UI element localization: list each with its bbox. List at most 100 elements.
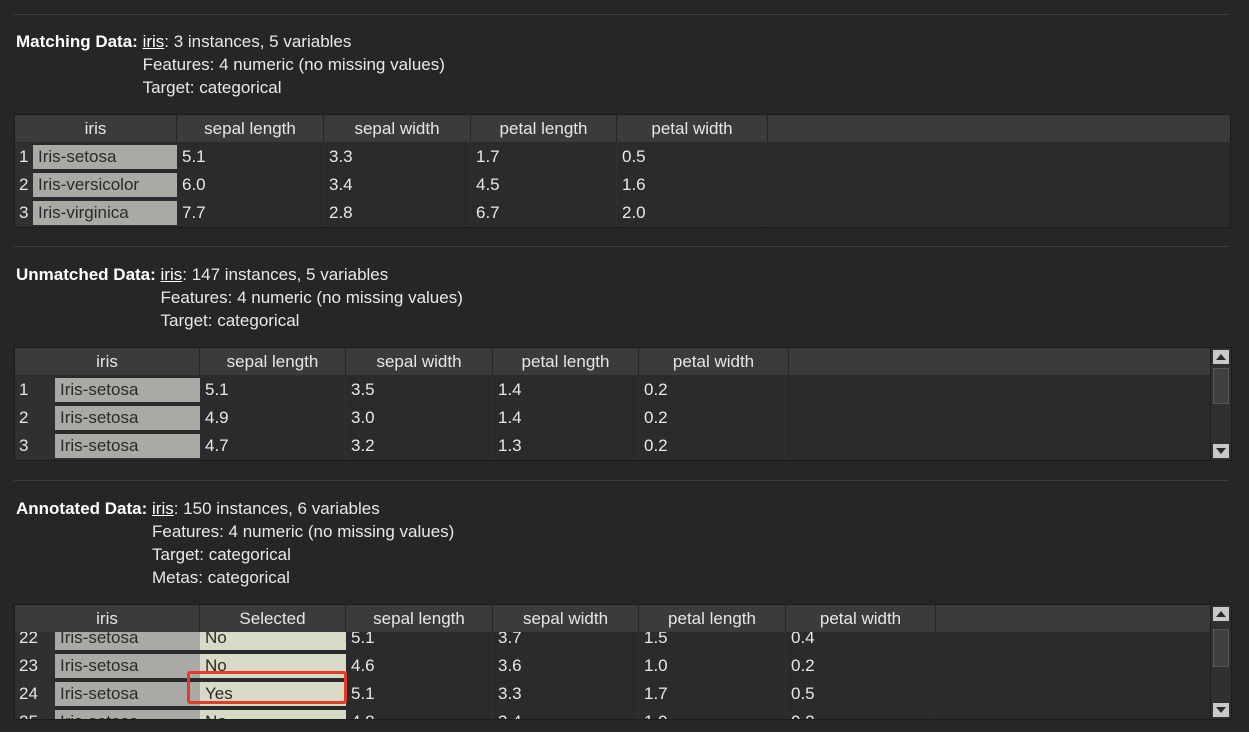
selected-cell[interactable]: No (200, 710, 346, 719)
sepal-width-cell[interactable]: 3.3 (324, 143, 471, 171)
table-row[interactable]: 1 Iris-setosa 5.1 3.5 1.4 0.2 (15, 376, 785, 404)
column-header-sepal-width[interactable]: sepal width (346, 348, 493, 375)
petal-width-cell[interactable]: 1.6 (617, 171, 763, 199)
unmatched-data-name: iris (160, 265, 183, 284)
column-header-petal-width[interactable]: petal width (639, 348, 789, 375)
sepal-length-cell[interactable]: 6.0 (177, 171, 324, 199)
sepal-width-cell[interactable]: 2.8 (324, 199, 471, 227)
sepal-length-cell[interactable]: 5.1 (346, 680, 493, 708)
matching-data-info: Matching Data: iris: 3 instances, 5 vari… (16, 30, 445, 99)
sepal-width-cell[interactable]: 3.5 (346, 376, 493, 404)
column-header-sepal-width[interactable]: sepal width (493, 605, 639, 632)
sepal-width-cell[interactable]: 3.0 (346, 404, 493, 432)
unmatched-vertical-scrollbar[interactable] (1210, 348, 1231, 460)
sepal-length-cell[interactable]: 4.8 (346, 708, 493, 719)
petal-width-cell[interactable]: 0.2 (786, 708, 934, 719)
selected-yes-highlight (187, 671, 347, 704)
column-header-selected[interactable]: Selected (200, 605, 346, 632)
unmatched-data-info: Unmatched Data: iris: 147 instances, 5 v… (16, 263, 463, 332)
petal-length-cell[interactable]: 1.0 (639, 652, 786, 680)
sepal-length-cell[interactable]: 5.1 (200, 376, 346, 404)
petal-width-cell[interactable]: 0.2 (639, 376, 785, 404)
row-index: 1 (15, 376, 55, 404)
annotated-vertical-scrollbar[interactable] (1210, 605, 1231, 719)
column-header-sepal-length[interactable]: sepal length (346, 605, 493, 632)
petal-length-cell[interactable]: 4.5 (471, 171, 617, 199)
petal-length-cell[interactable]: 1.4 (493, 376, 639, 404)
matching-table-header: iris sepal length sepal width petal leng… (15, 115, 1230, 142)
unmatched-data-table[interactable]: iris sepal length sepal width petal leng… (14, 347, 1232, 461)
petal-width-cell[interactable]: 0.5 (786, 680, 934, 708)
iris-cell[interactable]: Iris-setosa (33, 145, 177, 169)
annotated-data-info: Annotated Data: iris: 150 instances, 6 v… (16, 497, 454, 589)
table-row[interactable]: 23 Iris-setosa No 4.6 3.6 1.0 0.2 (15, 652, 934, 680)
petal-width-cell[interactable]: 0.2 (639, 432, 785, 460)
row-index: 25 (15, 708, 55, 719)
sepal-length-cell[interactable]: 5.1 (177, 143, 324, 171)
matching-data-target: Target: categorical (142, 78, 282, 97)
table-row[interactable]: 3 Iris-virginica 7.7 2.8 6.7 2.0 (15, 199, 763, 227)
column-header-petal-width[interactable]: petal width (786, 605, 936, 632)
petal-length-cell[interactable]: 1.4 (493, 404, 639, 432)
iris-cell[interactable]: Iris-setosa (55, 654, 200, 678)
iris-cell[interactable]: Iris-setosa (55, 682, 200, 706)
table-row[interactable]: 25 Iris-setosa No 4.8 3.4 1.9 0.2 (15, 708, 934, 719)
scrollbar-thumb[interactable] (1213, 629, 1229, 667)
iris-cell[interactable]: Iris-setosa (55, 434, 200, 458)
iris-cell[interactable]: Iris-setosa (55, 378, 200, 402)
iris-cell[interactable]: Iris-versicolor (33, 173, 177, 197)
column-header-iris[interactable]: iris (15, 348, 200, 375)
scrollbar-thumb[interactable] (1213, 368, 1229, 404)
column-header-sepal-length[interactable]: sepal length (177, 115, 324, 142)
matching-data-label: Matching Data: (16, 32, 143, 51)
petal-width-cell[interactable]: 0.2 (786, 652, 934, 680)
table-row[interactable]: 2 Iris-setosa 4.9 3.0 1.4 0.2 (15, 404, 785, 432)
header-filler (768, 115, 1230, 142)
iris-cell[interactable]: Iris-setosa (55, 406, 200, 430)
sepal-length-cell[interactable]: 4.7 (200, 432, 346, 460)
column-header-petal-length[interactable]: petal length (493, 348, 639, 375)
matching-data-table[interactable]: iris sepal length sepal width petal leng… (14, 114, 1231, 228)
scroll-down-arrow-icon[interactable] (1213, 703, 1229, 717)
petal-length-cell[interactable]: 1.3 (493, 432, 639, 460)
table-row[interactable]: 2 Iris-versicolor 6.0 3.4 4.5 1.6 (15, 171, 763, 199)
column-header-sepal-length[interactable]: sepal length (200, 348, 346, 375)
scroll-up-arrow-icon[interactable] (1213, 607, 1229, 621)
sepal-width-cell[interactable]: 3.3 (493, 680, 639, 708)
sepal-width-cell[interactable]: 3.4 (493, 708, 639, 719)
unmatched-data-features: Features: 4 numeric (no missing values) (160, 288, 463, 307)
column-header-petal-length[interactable]: petal length (639, 605, 786, 632)
column-header-petal-width[interactable]: petal width (617, 115, 768, 142)
petal-length-cell[interactable]: 6.7 (471, 199, 617, 227)
scroll-down-arrow-icon[interactable] (1213, 444, 1229, 458)
iris-cell[interactable]: Iris-virginica (33, 201, 177, 225)
sepal-length-cell[interactable]: 4.9 (200, 404, 346, 432)
petal-width-cell[interactable]: 0.5 (617, 143, 763, 171)
petal-width-cell[interactable]: 0.2 (639, 404, 785, 432)
scroll-up-arrow-icon[interactable] (1213, 350, 1229, 364)
sepal-width-cell[interactable]: 3.2 (346, 432, 493, 460)
sepal-length-cell[interactable]: 7.7 (177, 199, 324, 227)
sepal-length-cell[interactable]: 4.6 (346, 652, 493, 680)
section-divider (14, 246, 1229, 247)
matching-data-name: iris (142, 32, 165, 51)
sepal-width-cell[interactable]: 3.4 (324, 171, 471, 199)
table-row[interactable]: 1 Iris-setosa 5.1 3.3 1.7 0.5 (15, 143, 763, 171)
petal-width-cell[interactable]: 2.0 (617, 199, 763, 227)
column-header-petal-length[interactable]: petal length (471, 115, 617, 142)
petal-length-cell[interactable]: 1.7 (639, 680, 786, 708)
iris-cell[interactable]: Iris-setosa (55, 710, 200, 719)
row-index: 3 (15, 199, 33, 227)
sepal-width-cell[interactable]: 3.6 (493, 652, 639, 680)
column-header-iris[interactable]: iris (15, 605, 200, 632)
matching-data-summary: : 3 instances, 5 variables (164, 32, 352, 51)
annotated-data-name: iris (152, 499, 174, 518)
section-divider (14, 480, 1229, 481)
table-row[interactable]: 24 Iris-setosa Yes 5.1 3.3 1.7 0.5 (15, 680, 934, 708)
column-header-iris[interactable]: iris (15, 115, 177, 142)
petal-length-cell[interactable]: 1.9 (639, 708, 786, 719)
column-header-sepal-width[interactable]: sepal width (324, 115, 471, 142)
row-index: 2 (15, 171, 33, 199)
petal-length-cell[interactable]: 1.7 (471, 143, 617, 171)
table-row[interactable]: 3 Iris-setosa 4.7 3.2 1.3 0.2 (15, 432, 785, 460)
